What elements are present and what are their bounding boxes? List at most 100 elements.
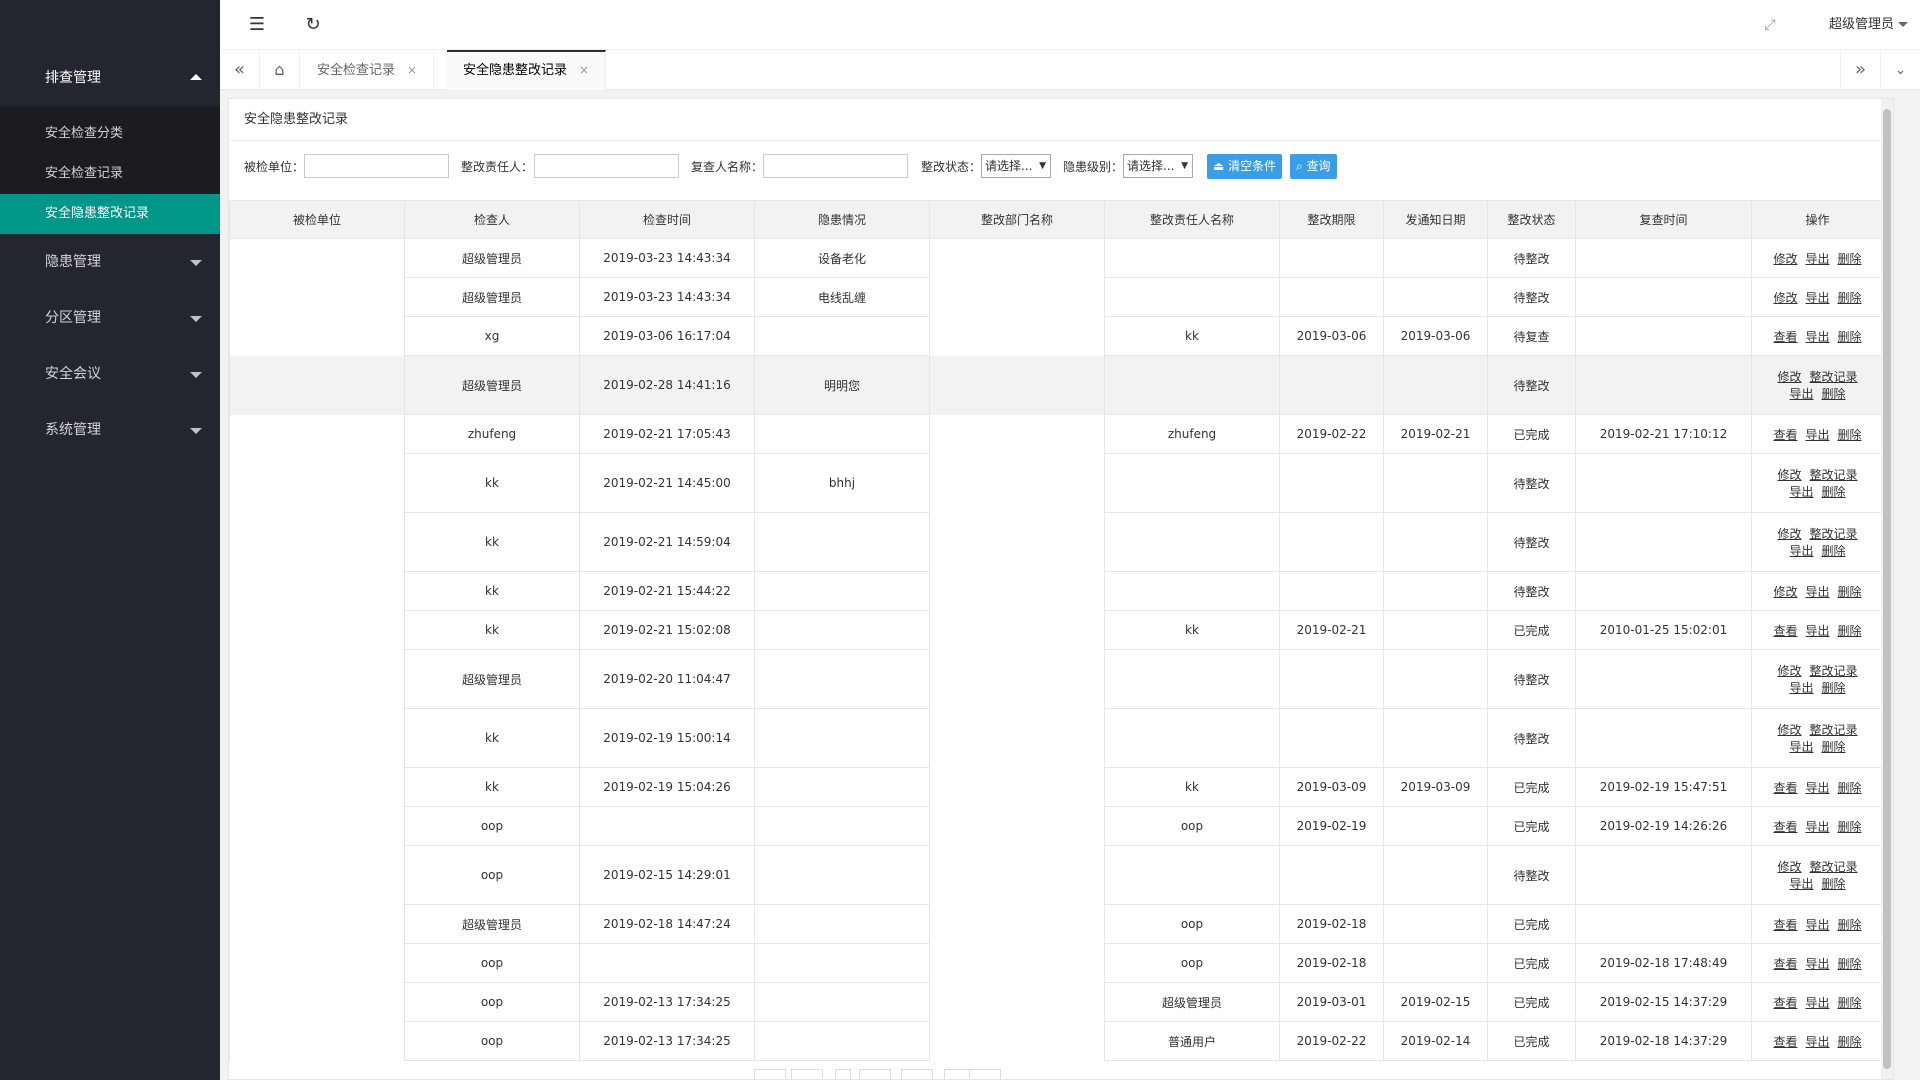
- table-row[interactable]: kk 2019-02-19 15:00:14 待整改 修改 整改记录 导出 删除: [229, 708, 1884, 768]
- row-action-link[interactable]: 整改记录: [1810, 527, 1858, 541]
- scrollbar-thumb[interactable]: [1883, 109, 1891, 1069]
- row-action-link[interactable]: 导出: [1805, 996, 1829, 1010]
- row-action-link[interactable]: 删除: [1838, 428, 1862, 442]
- row-action-link[interactable]: 删除: [1838, 820, 1862, 834]
- row-action-link[interactable]: 删除: [1838, 624, 1862, 638]
- reviewer-input[interactable]: [763, 154, 908, 178]
- row-action-link[interactable]: 导出: [1805, 820, 1829, 834]
- close-icon[interactable]: ×: [407, 63, 417, 77]
- row-action-link[interactable]: 导出: [1805, 781, 1829, 795]
- row-action-link[interactable]: 删除: [1822, 877, 1846, 891]
- row-action-link[interactable]: 删除: [1822, 485, 1846, 499]
- row-action-link[interactable]: 删除: [1838, 330, 1862, 344]
- row-action-link[interactable]: 查看: [1773, 330, 1797, 344]
- row-action-link[interactable]: 整改记录: [1810, 664, 1858, 678]
- table-row[interactable]: oop oop 2019-02-18 已完成 2019-02-18 17:48:49 查看…: [229, 943, 1884, 983]
- table-row[interactable]: kk 2019-02-21 14:45:00 bhhj 待整改 修改 整改记录 导出 删除: [229, 453, 1884, 513]
- table-row[interactable]: oop 2019-02-13 17:34:25 普通用户 2019-02-22 2019…: [229, 1021, 1884, 1061]
- row-action-link[interactable]: 修改: [1777, 723, 1801, 737]
- row-action-link[interactable]: 整改记录: [1810, 468, 1858, 482]
- row-action-link[interactable]: 导出: [1805, 252, 1829, 266]
- home-icon[interactable]: ⌂: [260, 50, 300, 90]
- row-action-link[interactable]: 查看: [1773, 1035, 1797, 1049]
- sidebar-item-rectify-record[interactable]: 安全隐患整改记录: [0, 194, 220, 234]
- tab-check-record[interactable]: 安全检查记录 ×: [301, 50, 435, 90]
- refresh-icon[interactable]: ↻: [298, 10, 328, 40]
- row-action-link[interactable]: 删除: [1822, 740, 1846, 754]
- page-first-button[interactable]: [754, 1069, 786, 1079]
- tab-scroll-left-icon[interactable]: «: [220, 50, 260, 90]
- row-action-link[interactable]: 删除: [1822, 544, 1846, 558]
- status-select[interactable]: 请选择... ▼: [981, 154, 1051, 178]
- table-row[interactable]: 超级管理员 2019-03-23 14:43:34 电线乱缠 待整改 修改 导出 删除: [229, 277, 1884, 317]
- row-action-link[interactable]: 查看: [1773, 820, 1797, 834]
- row-action-link[interactable]: 修改: [1777, 527, 1801, 541]
- table-row[interactable]: 超级管理员 2019-02-20 11:04:47 待整改 修改 整改记录 导出 删除: [229, 649, 1884, 709]
- table-row[interactable]: 超级管理员 2019-02-28 14:41:16 明明您 待整改 修改 整改记录 导出 删除: [229, 355, 1884, 415]
- table-row[interactable]: zhufeng 2019-02-21 17:05:43 zhufeng 2019-02…: [229, 414, 1884, 454]
- table-row[interactable]: kk 2019-02-21 15:02:08 kk 2019-02-21 已完成 2010…: [229, 610, 1884, 650]
- chevron-down-icon[interactable]: ⌄: [1880, 50, 1920, 90]
- table-row[interactable]: kk 2019-02-21 15:44:22 待整改 修改 导出 删除: [229, 571, 1884, 611]
- row-action-link[interactable]: 导出: [1789, 544, 1813, 558]
- row-action-link[interactable]: 修改: [1773, 252, 1797, 266]
- row-action-link[interactable]: 删除: [1838, 781, 1862, 795]
- row-action-link[interactable]: 查看: [1773, 996, 1797, 1010]
- table-row[interactable]: oop oop 2019-02-19 已完成 2019-02-19 14:26:26 查看…: [229, 806, 1884, 846]
- sidebar-item-check-category[interactable]: 安全检查分类: [0, 114, 220, 154]
- row-action-link[interactable]: 导出: [1805, 330, 1829, 344]
- row-action-link[interactable]: 删除: [1838, 585, 1862, 599]
- row-action-link[interactable]: 导出: [1805, 428, 1829, 442]
- row-action-link[interactable]: 删除: [1838, 918, 1862, 932]
- row-action-link[interactable]: 修改: [1777, 860, 1801, 874]
- query-button[interactable]: ⌕ 查询: [1290, 154, 1337, 179]
- table-row[interactable]: oop 2019-02-15 14:29:01 待整改 修改 整改记录 导出 删除: [229, 845, 1884, 905]
- sidebar-group-hazard-title[interactable]: 隐患管理: [0, 234, 220, 290]
- close-icon[interactable]: ×: [579, 63, 589, 77]
- row-action-link[interactable]: 查看: [1773, 428, 1797, 442]
- tab-rectify-record[interactable]: 安全隐患整改记录 ×: [447, 50, 607, 90]
- row-action-link[interactable]: 删除: [1838, 996, 1862, 1010]
- row-action-link[interactable]: 删除: [1838, 291, 1862, 305]
- sidebar-group-inspection-title[interactable]: 排查管理: [0, 50, 220, 106]
- row-action-link[interactable]: 导出: [1805, 291, 1829, 305]
- row-action-link[interactable]: 导出: [1789, 740, 1813, 754]
- unit-input[interactable]: [304, 154, 449, 178]
- table-row[interactable]: kk 2019-02-21 14:59:04 待整改 修改 整改记录 导出 删除: [229, 512, 1884, 572]
- row-action-link[interactable]: 修改: [1773, 291, 1797, 305]
- row-action-link[interactable]: 查看: [1773, 957, 1797, 971]
- row-action-link[interactable]: 删除: [1838, 957, 1862, 971]
- row-action-link[interactable]: 删除: [1838, 252, 1862, 266]
- table-row[interactable]: oop 2019-02-13 17:34:25 超级管理员 2019-03-01 201…: [229, 982, 1884, 1022]
- row-action-link[interactable]: 导出: [1789, 877, 1813, 891]
- row-action-link[interactable]: 查看: [1773, 624, 1797, 638]
- sidebar-item-check-record[interactable]: 安全检查记录: [0, 154, 220, 194]
- page-next-button[interactable]: [859, 1069, 891, 1079]
- row-action-link[interactable]: 整改记录: [1810, 723, 1858, 737]
- table-row[interactable]: 超级管理员 2019-03-23 14:43:34 设备老化 待整改 修改 导出 删除: [229, 238, 1884, 278]
- level-select[interactable]: 请选择... ▼: [1123, 154, 1193, 178]
- user-menu[interactable]: 超级管理员: [1829, 0, 1908, 50]
- row-action-link[interactable]: 查看: [1773, 781, 1797, 795]
- row-action-link[interactable]: 导出: [1789, 681, 1813, 695]
- row-action-link[interactable]: 导出: [1805, 918, 1829, 932]
- tab-scroll-right-icon[interactable]: »: [1840, 50, 1880, 90]
- row-action-link[interactable]: 删除: [1822, 681, 1846, 695]
- table-row[interactable]: kk 2019-02-19 15:04:26 kk 2019-03-09 2019-03…: [229, 767, 1884, 807]
- page-current-button[interactable]: [835, 1069, 851, 1079]
- row-action-link[interactable]: 导出: [1805, 957, 1829, 971]
- page-prev-button[interactable]: [791, 1069, 823, 1079]
- resp-input[interactable]: [534, 154, 679, 178]
- row-action-link[interactable]: 删除: [1822, 387, 1846, 401]
- page-go-button[interactable]: [969, 1069, 1001, 1079]
- row-action-link[interactable]: 导出: [1805, 1035, 1829, 1049]
- row-action-link[interactable]: 整改记录: [1810, 860, 1858, 874]
- clear-conditions-button[interactable]: ⏏ 清空条件: [1207, 154, 1283, 179]
- row-action-link[interactable]: 整改记录: [1810, 370, 1858, 384]
- row-action-link[interactable]: 修改: [1773, 585, 1797, 599]
- page-last-button[interactable]: [901, 1069, 933, 1079]
- row-action-link[interactable]: 删除: [1838, 1035, 1862, 1049]
- row-action-link[interactable]: 修改: [1777, 468, 1801, 482]
- fullscreen-icon[interactable]: ⤢: [1755, 10, 1785, 40]
- row-action-link[interactable]: 修改: [1777, 664, 1801, 678]
